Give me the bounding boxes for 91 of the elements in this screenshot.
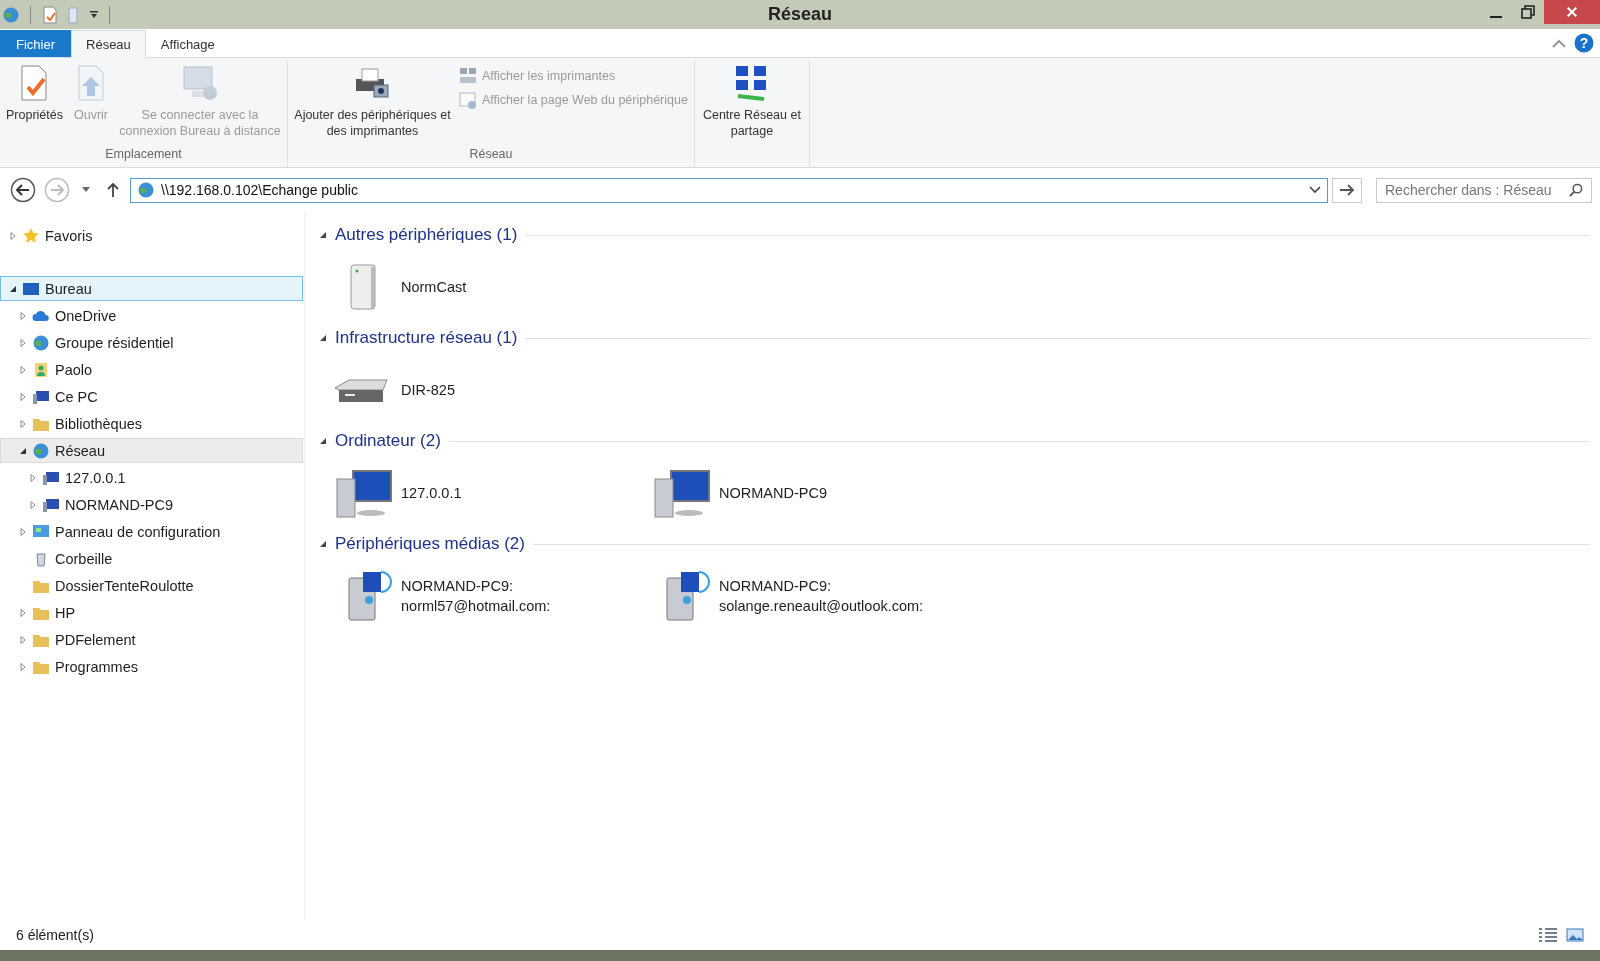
globe-icon [32, 333, 50, 352]
tree-item[interactable]: Panneau de configuration [0, 519, 303, 544]
globe-icon[interactable] [2, 5, 20, 24]
collapse-ribbon-icon[interactable] [1552, 38, 1566, 48]
help-icon[interactable]: ? [1574, 33, 1594, 53]
expanded-arrow-icon[interactable] [9, 284, 17, 293]
tree-item[interactable]: HP [0, 600, 303, 625]
collapsed-arrow-icon[interactable] [19, 365, 27, 374]
go-button[interactable] [1332, 177, 1362, 203]
tree-item[interactable]: Programmes [0, 654, 303, 679]
collapsed-arrow-icon[interactable] [29, 473, 37, 482]
tree-item[interactable]: NORMAND-PC9 [0, 492, 303, 517]
file-tab[interactable]: Fichier [0, 30, 71, 57]
tree-item[interactable]: Groupe résidentiel [0, 330, 303, 355]
up-arrow-icon [106, 182, 120, 198]
dropdown-chevron-icon[interactable] [1309, 186, 1321, 194]
network-item[interactable]: NormCast [333, 258, 651, 315]
collapsed-arrow-icon[interactable] [19, 311, 27, 320]
collapsed-arrow-icon[interactable] [19, 608, 27, 617]
collapsed-arrow-icon[interactable] [29, 500, 37, 509]
caret-icon [82, 187, 90, 193]
ribbon-tab[interactable]: Affichage [145, 30, 230, 57]
ribbon-tab[interactable]: Réseau [71, 30, 146, 58]
group-heading[interactable]: Ordinateur (2) [335, 431, 441, 451]
tree-item[interactable]: PDFelement [0, 627, 303, 652]
search-field[interactable]: Rechercher dans : Réseau [1376, 177, 1592, 203]
dropdown-arrow-icon[interactable] [89, 9, 99, 20]
remote-monitor-icon [180, 63, 220, 103]
details-view-icon[interactable] [1538, 927, 1558, 943]
collapse-group-icon[interactable] [319, 540, 327, 548]
network-item[interactable]: DIR-825 [333, 373, 651, 406]
collapsed-arrow-icon[interactable] [19, 527, 27, 536]
collapsed-arrow-icon[interactable] [19, 338, 27, 347]
back-button[interactable] [8, 175, 38, 205]
collapse-group-icon[interactable] [319, 437, 327, 445]
item-label: NormCast [401, 277, 467, 297]
group-heading[interactable]: Infrastructure réseau (1) [335, 328, 518, 348]
user-icon [32, 360, 50, 379]
item-label: NORMAND-PC9 [719, 483, 827, 503]
address-input[interactable]: \\192.168.0.102\Echange public [161, 182, 1303, 198]
collapse-group-icon[interactable] [319, 334, 327, 342]
printer-grid-icon [459, 67, 477, 85]
network-item[interactable]: NORMAND-PC9: norml57@hotmail.com: [333, 567, 651, 624]
globe-icon [137, 181, 155, 199]
tree-item[interactable]: Ce PC [0, 384, 303, 409]
tree-item[interactable]: OneDrive [0, 303, 303, 328]
right-arrow-icon [1339, 183, 1355, 197]
collapse-group-icon[interactable] [319, 231, 327, 239]
item-label: NORMAND-PC9: [719, 576, 832, 596]
network-item[interactable]: 127.0.0.1 [333, 464, 651, 521]
tree-item[interactable]: DossierTenteRoulotte [0, 573, 303, 598]
item-label: 127.0.0.1 [401, 483, 462, 503]
group-heading[interactable]: Périphériques médias (2) [335, 534, 525, 554]
item-label: solange.reneault@outlook.com: [719, 596, 924, 616]
tree-item[interactable]: 127.0.0.1 [0, 465, 303, 490]
document-check-icon[interactable] [41, 5, 59, 24]
collapsed-arrow-icon[interactable] [19, 635, 27, 644]
search-icon [1568, 182, 1583, 198]
tree-item[interactable]: Réseau [0, 438, 303, 463]
expanded-arrow-icon[interactable] [19, 446, 27, 455]
ribbon-button[interactable]: Centre Réseau et partage [696, 61, 807, 141]
window-title: Réseau [767, 4, 832, 25]
collapsed-arrow-icon[interactable] [19, 419, 27, 428]
close-button[interactable] [1544, 0, 1600, 24]
tree-item[interactable]: Bibliothèques [0, 411, 303, 436]
web-page-icon [459, 91, 477, 109]
star-icon [22, 226, 40, 245]
group-heading[interactable]: Autres périphériques (1) [335, 225, 518, 245]
collapsed-arrow-icon[interactable] [19, 392, 27, 401]
item-label: NORMAND-PC9: [401, 576, 514, 596]
large-icons-view-icon[interactable] [1566, 927, 1584, 943]
item-label: DIR-825 [401, 380, 455, 400]
item-label: norml57@hotmail.com: [401, 596, 551, 616]
tree-item[interactable]: Favoris [0, 223, 303, 248]
globe-icon [32, 441, 50, 460]
address-bar[interactable]: \\192.168.0.102\Echange public [130, 177, 1328, 203]
close-icon [1566, 6, 1578, 18]
group-label: Emplacement [104, 147, 183, 163]
network-item[interactable]: NORMAND-PC9: solange.reneault@outlook.com: [651, 567, 969, 624]
collapsed-arrow-icon[interactable] [19, 662, 27, 671]
collapsed-arrow-icon[interactable] [9, 231, 17, 240]
restore-icon [1521, 5, 1535, 19]
network-item[interactable]: NORMAND-PC9 [651, 464, 969, 521]
minimize-icon [1490, 16, 1502, 18]
ribbon-button[interactable]: Propriétés [2, 61, 67, 125]
tree-item[interactable]: Bureau [0, 276, 303, 301]
tree-item[interactable]: Corbeille [0, 546, 303, 571]
ribbon-button[interactable]: Ajouter des périphériques et des imprimantes [290, 61, 455, 141]
item-count: 6 élément(s) [16, 927, 94, 943]
tree-item[interactable]: Paolo [0, 357, 303, 382]
group-label: Réseau [468, 147, 514, 163]
